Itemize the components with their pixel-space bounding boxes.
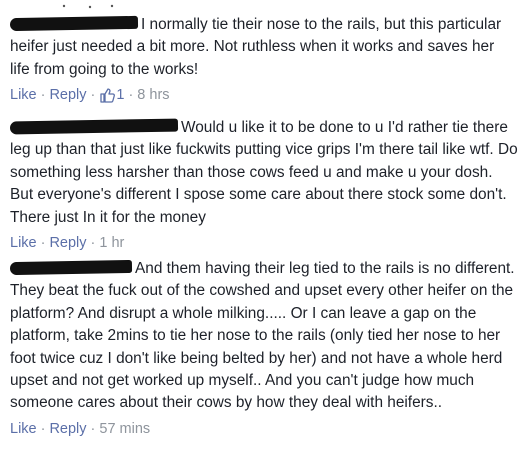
thumbs-up-icon[interactable]: [99, 87, 116, 103]
like-link[interactable]: Like: [10, 419, 37, 439]
reply-link[interactable]: Reply: [49, 85, 86, 105]
reaction-count[interactable]: 1: [116, 85, 124, 105]
comment-3: And them having their leg tied to the ra…: [9, 258, 518, 439]
reply-link[interactable]: Reply: [49, 233, 86, 253]
comment-actions: Like · Reply · 1 · 8 hrs: [10, 85, 170, 105]
redacted-name: [9, 118, 179, 135]
comment-text: And them having their leg tied to the ra…: [10, 260, 515, 412]
redacted-name: [9, 15, 139, 32]
comment-actions: Like · Reply · 57 mins: [10, 419, 151, 439]
comment-text: Would u like it to be done to u I'd rath…: [10, 119, 518, 226]
like-link[interactable]: Like: [10, 85, 37, 105]
comment-2: Would u like it to be done to u I'd rath…: [9, 117, 518, 253]
timestamp[interactable]: 57 mins: [99, 419, 150, 439]
comment-1: I normally tie their nose to the rails, …: [9, 14, 518, 105]
reply-link[interactable]: Reply: [49, 419, 86, 439]
timestamp[interactable]: 8 hrs: [137, 85, 169, 105]
cropped-text-fragment: [60, 0, 130, 9]
timestamp[interactable]: 1 hr: [99, 233, 124, 253]
comment-actions: Like · Reply · 1 hr: [10, 233, 125, 253]
redacted-name: [9, 259, 133, 276]
like-link[interactable]: Like: [10, 233, 37, 253]
